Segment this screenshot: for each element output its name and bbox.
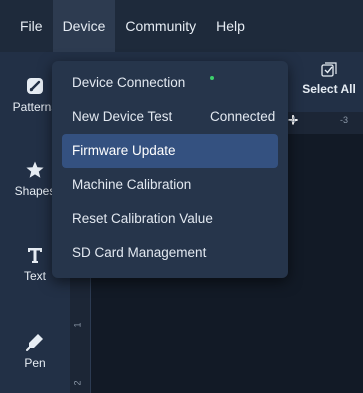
menu-bar: File Device Community Help: [0, 0, 363, 52]
ruler-tick: 1: [72, 322, 83, 328]
menu-help[interactable]: Help: [206, 0, 255, 52]
tool-shapes-label: Shapes: [14, 184, 56, 198]
menu-device[interactable]: Device: [52, 0, 116, 52]
menu-item-label: Device Connection: [72, 75, 186, 90]
tool-text-label: Text: [23, 269, 46, 283]
tool-pen[interactable]: Pen: [0, 332, 70, 370]
menu-item-sd-card-management[interactable]: SD Card Management: [62, 236, 278, 270]
ruler-tick: 2: [72, 380, 83, 386]
text-icon: [28, 248, 42, 263]
menu-item-device-connection[interactable]: Device Connection Connected: [62, 66, 278, 124]
menu-file[interactable]: File: [0, 0, 53, 52]
menu-item-label: SD Card Management: [72, 245, 207, 260]
patterns-icon: [27, 78, 43, 94]
select-all-label: Select All: [302, 82, 356, 96]
star-icon: [26, 161, 44, 178]
menu-item-firmware-update[interactable]: Firmware Update: [62, 134, 278, 168]
menu-item-label: Machine Calibration: [72, 177, 192, 192]
select-all-button[interactable]: Select All: [295, 62, 363, 96]
ruler-tick: -4: [288, 115, 297, 125]
ruler-tick: -3: [340, 115, 349, 125]
menu-item-label: New Device Test: [72, 109, 173, 124]
menu-item-label: Firmware Update: [72, 143, 176, 158]
menu-community[interactable]: Community: [115, 0, 206, 52]
pen-icon: [26, 334, 43, 351]
select-all-icon: [321, 62, 337, 77]
device-dropdown-menu: Device Connection Connected New Device T…: [52, 61, 288, 278]
menu-item-machine-calibration[interactable]: Machine Calibration: [62, 168, 278, 202]
menu-item-new-device-test[interactable]: New Device Test: [62, 100, 278, 134]
tool-patterns-label: Patterns: [12, 100, 58, 114]
menu-item-label: Reset Calibration Value: [72, 211, 213, 226]
status-dot-icon: [210, 76, 214, 80]
menu-item-reset-calibration[interactable]: Reset Calibration Value: [62, 202, 278, 236]
tool-pen-label: Pen: [24, 356, 46, 370]
